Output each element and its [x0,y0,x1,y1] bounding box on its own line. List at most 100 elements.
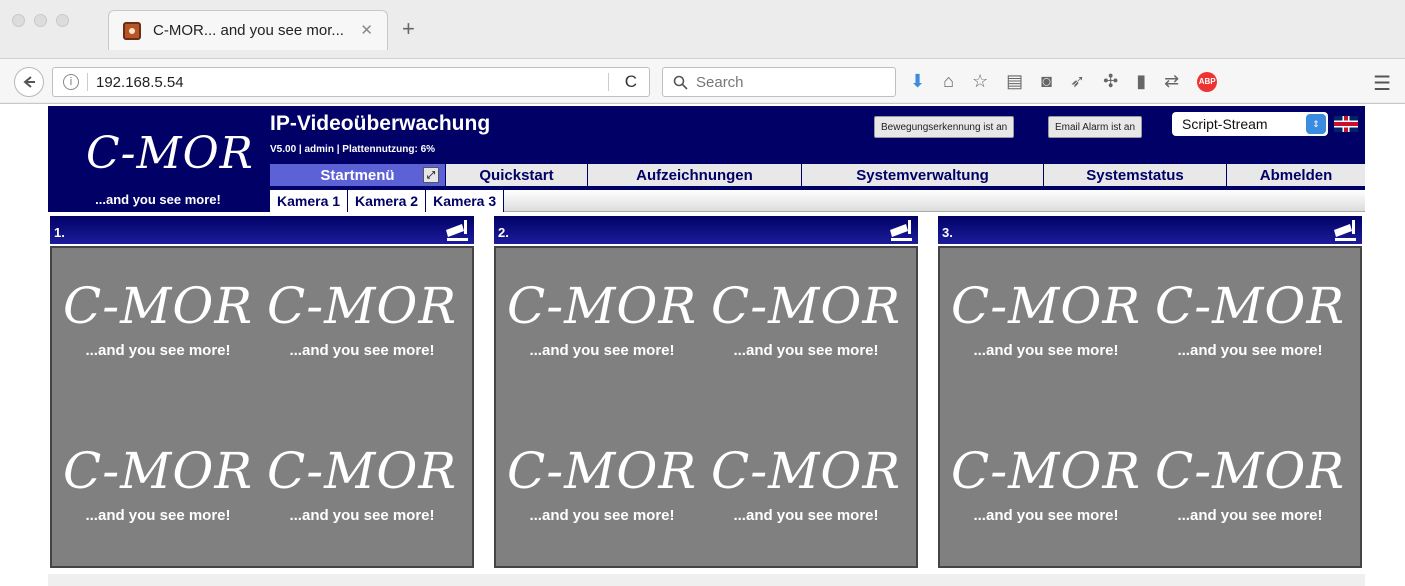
placeholder-logo: C-MOR [267,277,457,335]
camera-subnav: Kamera 1 Kamera 2 Kamera 3 [270,190,1365,212]
cctv-camera-icon[interactable] [1332,218,1358,242]
nav-startmenu-label: Startmenü [320,166,395,184]
camera-panel-2: 2. C-MOR ...and you see more! C-MOR ...and… [494,216,918,568]
placeholder-tile: C-MOR ...and you see more! [262,248,462,398]
adblock-icon[interactable]: ABP [1197,71,1218,92]
bookmark-star-icon[interactable]: ☆ [972,71,988,92]
cctv-camera-icon[interactable] [888,218,914,242]
stream-select[interactable]: Script-Stream ⇕ [1172,112,1328,136]
nav-systemverwaltung-label: Systemverwaltung [856,166,989,184]
sync-icon[interactable]: ⇄ [1164,71,1179,92]
placeholder-logo: C-MOR [951,442,1141,500]
new-tab-button[interactable]: + [402,18,415,40]
placeholder-tile: C-MOR ...and you see more! [946,248,1146,398]
placeholder-logo: C-MOR [267,442,457,500]
cctv-camera-icon[interactable] [444,218,470,242]
placeholder-tile: C-MOR ...and you see more! [1150,248,1350,398]
logo[interactable]: C-MOR ...and you see more! [48,106,268,210]
placeholder-tile: C-MOR ...and you see more! [58,413,258,563]
search-placeholder: Search [696,73,744,91]
logo-tagline: ...and you see more! [48,190,268,210]
extension-icon[interactable]: ✣ [1103,71,1118,92]
placeholder-tile: C-MOR ...and you see more! [706,248,906,398]
nav-systemverwaltung[interactable]: Systemverwaltung [802,164,1044,186]
uk-flag-icon[interactable] [1334,116,1358,132]
reload-icon[interactable]: C [625,72,637,92]
placeholder-tile: C-MOR ...and you see more! [502,248,702,398]
placeholder-tagline: ...and you see more! [289,507,435,524]
close-tab-icon[interactable]: ✕ [360,21,373,39]
placeholder-tagline: ...and you see more! [289,342,435,359]
placeholder-logo: C-MOR [1155,442,1345,500]
search-icon [673,75,688,90]
placeholder-tagline: ...and you see more! [733,342,879,359]
hamburger-menu-icon[interactable]: ☰ [1373,71,1391,96]
subnav-kamera-2[interactable]: Kamera 2 [348,190,427,212]
nav-quickstart-label: Quickstart [479,166,554,184]
camera-header-1: 1. [50,216,474,244]
expand-icon[interactable]: ⤢ [423,167,439,183]
camera-label-3: 3. [942,225,953,240]
placeholder-logo: C-MOR [1155,277,1345,335]
placeholder-logo: C-MOR [507,442,697,500]
app-header: C-MOR ...and you see more! IP-Videoüberw… [48,106,1365,212]
email-alarm-button[interactable]: Email Alarm ist an [1048,116,1143,138]
url-separator [87,73,88,91]
camera-feed-3[interactable]: C-MOR ...and you see more! C-MOR ...and yo… [938,246,1362,568]
nav-abmelden-label: Abmelden [1259,166,1333,184]
camera-header-2: 2. [494,216,918,244]
placeholder-tile: C-MOR ...and you see more! [706,413,906,563]
main-nav: Startmenü ⤢ Quickstart Aufzeichnungen Sy… [270,164,1365,186]
camera-feed-1[interactable]: C-MOR ...and you see more! C-MOR ...and yo… [50,246,474,568]
app-title: IP-Videoüberwachung [270,112,491,135]
minimize-window-button[interactable] [34,14,47,27]
navigation-bar: i 192.168.5.54 C Search ⬇ ⌂ ☆ ▤ ◙ ➶ ✣ ▮ … [0,58,1405,102]
placeholder-logo: C-MOR [507,277,697,335]
placeholder-tile: C-MOR ...and you see more! [1150,413,1350,563]
url-text[interactable]: 192.168.5.54 [96,74,184,91]
footer-bar [48,574,1365,586]
camera-label-2: 2. [498,225,509,240]
browser-tab[interactable]: C-MOR... and you see mor... ✕ [108,10,388,50]
maximize-window-button[interactable] [56,14,69,27]
camera-feed-2[interactable]: C-MOR ...and you see more! C-MOR ...and yo… [494,246,918,568]
clipboard-icon[interactable]: ▮ [1136,71,1146,92]
placeholder-logo: C-MOR [63,277,253,335]
camera-panel-3: 3. C-MOR ...and you see more! C-MOR ...and… [938,216,1362,568]
nav-systemstatus[interactable]: Systemstatus [1044,164,1227,186]
browser-chrome: C-MOR... and you see mor... ✕ + i 192.16… [0,0,1405,104]
info-icon[interactable]: i [63,74,79,90]
placeholder-tagline: ...and you see more! [973,342,1119,359]
home-icon[interactable]: ⌂ [943,71,954,92]
select-arrows-icon: ⇕ [1306,114,1326,134]
placeholder-tagline: ...and you see more! [1177,507,1323,524]
placeholder-tagline: ...and you see more! [85,507,231,524]
logo-text: C-MOR [86,128,254,179]
nav-quickstart[interactable]: Quickstart [446,164,588,186]
arrow-left-icon [23,76,35,88]
url-bar[interactable]: i 192.168.5.54 C [52,67,650,97]
subnav-kamera-1[interactable]: Kamera 1 [270,190,349,212]
placeholder-tile: C-MOR ...and you see more! [58,248,258,398]
tab-title: C-MOR... and you see mor... [153,22,344,39]
nav-startmenu[interactable]: Startmenü ⤢ [270,164,446,186]
close-window-button[interactable] [12,14,25,27]
window-controls [12,14,69,27]
placeholder-logo: C-MOR [63,442,253,500]
nav-abmelden[interactable]: Abmelden [1227,164,1365,186]
send-icon[interactable]: ➶ [1070,71,1085,92]
nav-aufzeichnungen-label: Aufzeichnungen [636,166,753,184]
bookmarks-list-icon[interactable]: ▤ [1006,71,1023,92]
search-input[interactable]: Search [662,67,896,97]
app-info: V5.00 | admin | Plattennutzung: 6% [270,144,436,155]
placeholder-tile: C-MOR ...and you see more! [946,413,1146,563]
subnav-kamera-3[interactable]: Kamera 3 [426,190,505,212]
camera-label-1: 1. [54,225,65,240]
favicon-icon [123,21,141,40]
download-icon[interactable]: ⬇ [910,71,925,92]
nav-aufzeichnungen[interactable]: Aufzeichnungen [588,164,802,186]
pocket-icon[interactable]: ◙ [1041,71,1052,92]
back-button[interactable] [14,67,44,97]
placeholder-tagline: ...and you see more! [85,342,231,359]
motion-detection-button[interactable]: Bewegungserkennung ist an [874,116,1015,138]
